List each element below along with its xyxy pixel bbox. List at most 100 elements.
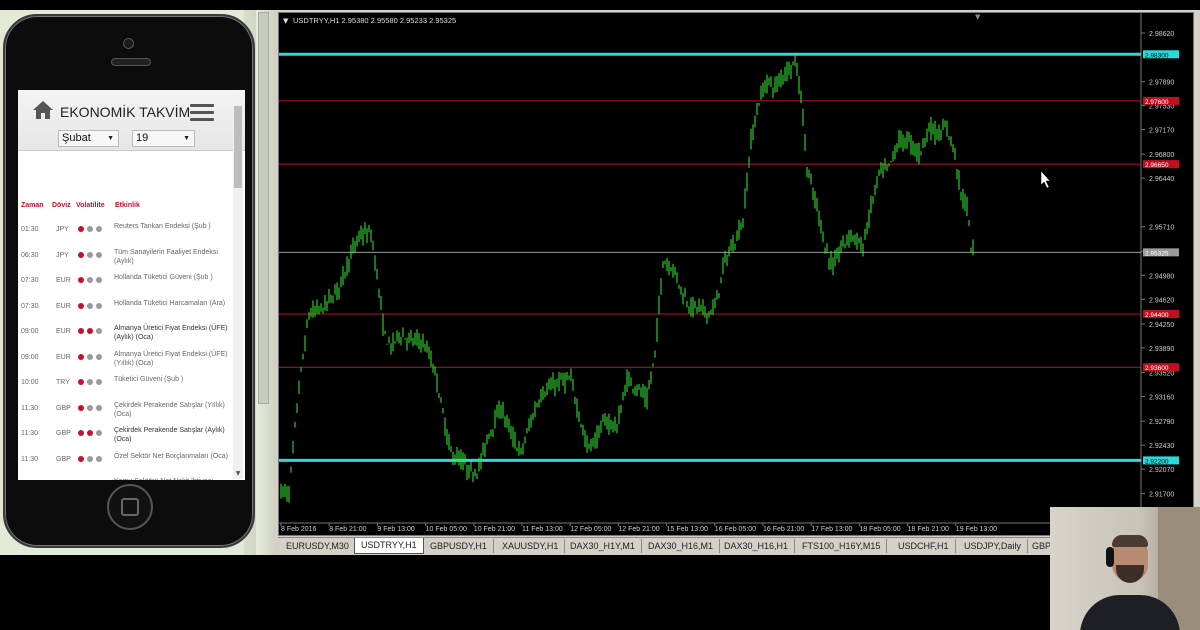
tab-usdjpy-daily[interactable]: USDJPY,Daily (958, 539, 1028, 553)
chevron-down-icon: ▼ (107, 135, 114, 142)
price-marker-label: 2.98300 (1145, 52, 1169, 59)
phone-mockup: EKONOMİK TAKVİM Şubat ▼ 19 ▼ Zaman Döviz V… (3, 14, 255, 548)
time-label: 8 Feb 21:00 (329, 526, 366, 533)
tab-fts100-h16y-m15[interactable]: FTS100_H16Y,M15 (796, 539, 888, 553)
scroll-down-icon[interactable]: ▼ (233, 470, 243, 477)
volatility-dot-icon (78, 353, 84, 360)
row-currency: EUR (56, 277, 71, 284)
calendar-row[interactable]: 11:30GBPKamu Sektörü Net Nakit İhtiyacı … (18, 473, 232, 480)
price-label: 2.93160 (1149, 394, 1174, 401)
volatility-dots (78, 455, 105, 464)
row-currency: TRY (56, 379, 70, 386)
price-label: 2.93890 (1149, 346, 1174, 353)
volatility-dot-icon (96, 302, 102, 309)
volatility-dot-icon (87, 404, 93, 411)
row-currency: JPY (56, 251, 69, 259)
volatility-dot-icon (78, 302, 84, 309)
volatility-dot-icon (78, 430, 84, 436)
col-currency: Döviz (52, 202, 71, 209)
scroll-marker-icon: ▼ (975, 13, 981, 21)
price-marker-label: 2.95325 (1145, 250, 1169, 257)
tab-gbpusdy-h1[interactable]: GBPUSDY,H1 (424, 539, 494, 553)
calendar-row[interactable]: 11:30 GBP Çekirdek Perakende Satışlar (Yıl… (18, 397, 232, 422)
volatility-dots (78, 404, 105, 413)
row-event: Tüm Sanayilerin Faaliyet Endeksi (Aylık) (114, 248, 218, 265)
volatility-dots (78, 302, 105, 311)
calendar-scroll-thumb[interactable] (234, 106, 242, 188)
time-label: 12 Feb 05:00 (570, 526, 611, 533)
calendar-row[interactable]: 07:30 EUR Hollanda Tüketici Harcamaları (A… (18, 295, 232, 320)
volatility-dot-icon (78, 277, 84, 283)
webcam-video (1050, 507, 1200, 630)
cursor-icon (1040, 170, 1051, 189)
row-currency: GBP (56, 455, 71, 463)
row-event: Çekirdek Perakende Satışlar (Yıllık) (Oc… (114, 401, 225, 418)
top-bar (0, 0, 1200, 10)
calendar-row[interactable]: 06:30 JPY Tüm Sanayilerin Faaliyet Endeksi… (18, 244, 232, 269)
menu-icon[interactable] (190, 104, 214, 122)
volatility-dot-icon (96, 455, 102, 462)
volatility-dot-icon (87, 455, 93, 462)
row-currency: EUR (56, 328, 71, 335)
calendar-row[interactable]: 09:00 EUR Almanya Üretici Fiyat Endeksi (Ü… (18, 320, 232, 345)
row-event: Tüketici Güveni (Şub ) (114, 376, 184, 383)
volatility-dot-icon (87, 430, 93, 436)
calendar-row[interactable]: 11:30 GBP Özel Sektör Net Borçlanmaları (O… (18, 448, 232, 473)
row-time: 11:30 (21, 455, 38, 463)
time-label: 19 Feb 13:00 (956, 526, 997, 533)
tab-eurusdy-m30[interactable]: EURUSDY,M30 (280, 539, 356, 553)
time-label: 15 Feb 13:00 (667, 526, 708, 533)
volatility-dot-icon (78, 404, 84, 411)
row-event: Reuters Tankan Endeksi (Şub ) (114, 223, 211, 230)
row-time: 10:00 (21, 379, 39, 386)
calendar-row[interactable]: 10:00 TRY Tüketici Güveni (Şub ) (18, 371, 232, 396)
chevron-down-icon: ▼ (183, 135, 190, 142)
candles (280, 54, 974, 503)
volatility-dot-icon (96, 226, 102, 232)
time-label: 12 Feb 21:00 (618, 526, 659, 533)
time-label: 17 Feb 13:00 (811, 526, 852, 533)
price-chart[interactable]: ▼ USDTRYY,H1 2.95380 2.95580 2.95233 2.95… (278, 12, 1194, 536)
tab-dax30-h1y-m1[interactable]: DAX30_H1Y,M1 (564, 539, 642, 553)
speaker-icon (111, 58, 151, 66)
tab-usdtryy-h1[interactable]: USDTRYY,H1 (354, 538, 424, 554)
calendar-row[interactable]: 11:30 GBP Çekirdek Perakende Satışlar (Ayl… (18, 422, 232, 447)
dropdown-icon: ▼ (283, 17, 289, 25)
volatility-dots (78, 379, 105, 387)
volatility-dot-icon (78, 328, 84, 334)
row-time: 01:30 (21, 226, 39, 233)
time-label: 16 Feb 05:00 (715, 526, 756, 533)
price-marker-label: 2.97600 (1145, 99, 1169, 106)
calendar-row[interactable]: 07:30 EUR Hollanda Tüketici Güveni (Şub ) (18, 269, 232, 294)
row-time: 06:30 (21, 251, 39, 259)
home-button[interactable] (107, 484, 153, 530)
chart-header: USDTRYY,H1 2.95380 2.95580 2.95233 2.953… (293, 16, 456, 25)
calendar-title: EKONOMİK TAKVİM (60, 104, 191, 120)
volatility-dot-icon (96, 404, 102, 411)
row-time: 09:00 (21, 353, 39, 361)
tab-dax30-h16-m1[interactable]: DAX30_H16,M1 (642, 539, 721, 553)
month-select[interactable]: Şubat ▼ (58, 130, 119, 147)
side-scrollbar[interactable] (258, 12, 269, 404)
tab-dax30-h16-h1[interactable]: DAX30_H16,H1 (718, 539, 796, 553)
day-select[interactable]: 19 ▼ (132, 130, 195, 147)
row-time: 07:30 (21, 277, 39, 284)
col-event: Etkinlik (115, 202, 140, 209)
time-label: 10 Feb 05:00 (426, 526, 467, 533)
tab-xauusdy-h1[interactable]: XAUUSDY,H1 (496, 539, 566, 553)
row-currency: EUR (56, 302, 71, 310)
price-marker-label: 2.92200 (1145, 458, 1169, 465)
calendar-row[interactable]: 01:30 JPY Reuters Tankan Endeksi (Şub ) (18, 218, 232, 243)
volatility-dot-icon (87, 353, 93, 360)
calendar-row[interactable]: 09:00 EUR Almanya Üretici Fiyat Endeksi (Ü… (18, 346, 232, 371)
row-time: 07:30 (21, 302, 39, 310)
time-label: 18 Feb 05:00 (859, 526, 900, 533)
volatility-dot-icon (87, 379, 93, 385)
time-label: 8 Feb 2016 (281, 526, 317, 533)
chart-canvas: ▼ USDTRYY,H1 2.95380 2.95580 2.95233 2.95… (279, 13, 1179, 533)
volatility-dot-icon (87, 302, 93, 309)
tab-usdchf-h1[interactable]: USDCHF,H1 (892, 539, 956, 553)
home-icon[interactable] (32, 99, 54, 121)
volatility-dot-icon (96, 328, 102, 334)
row-event: Kamu Sektörü Net Nakit İhtiyacı (Oca) (114, 477, 232, 480)
